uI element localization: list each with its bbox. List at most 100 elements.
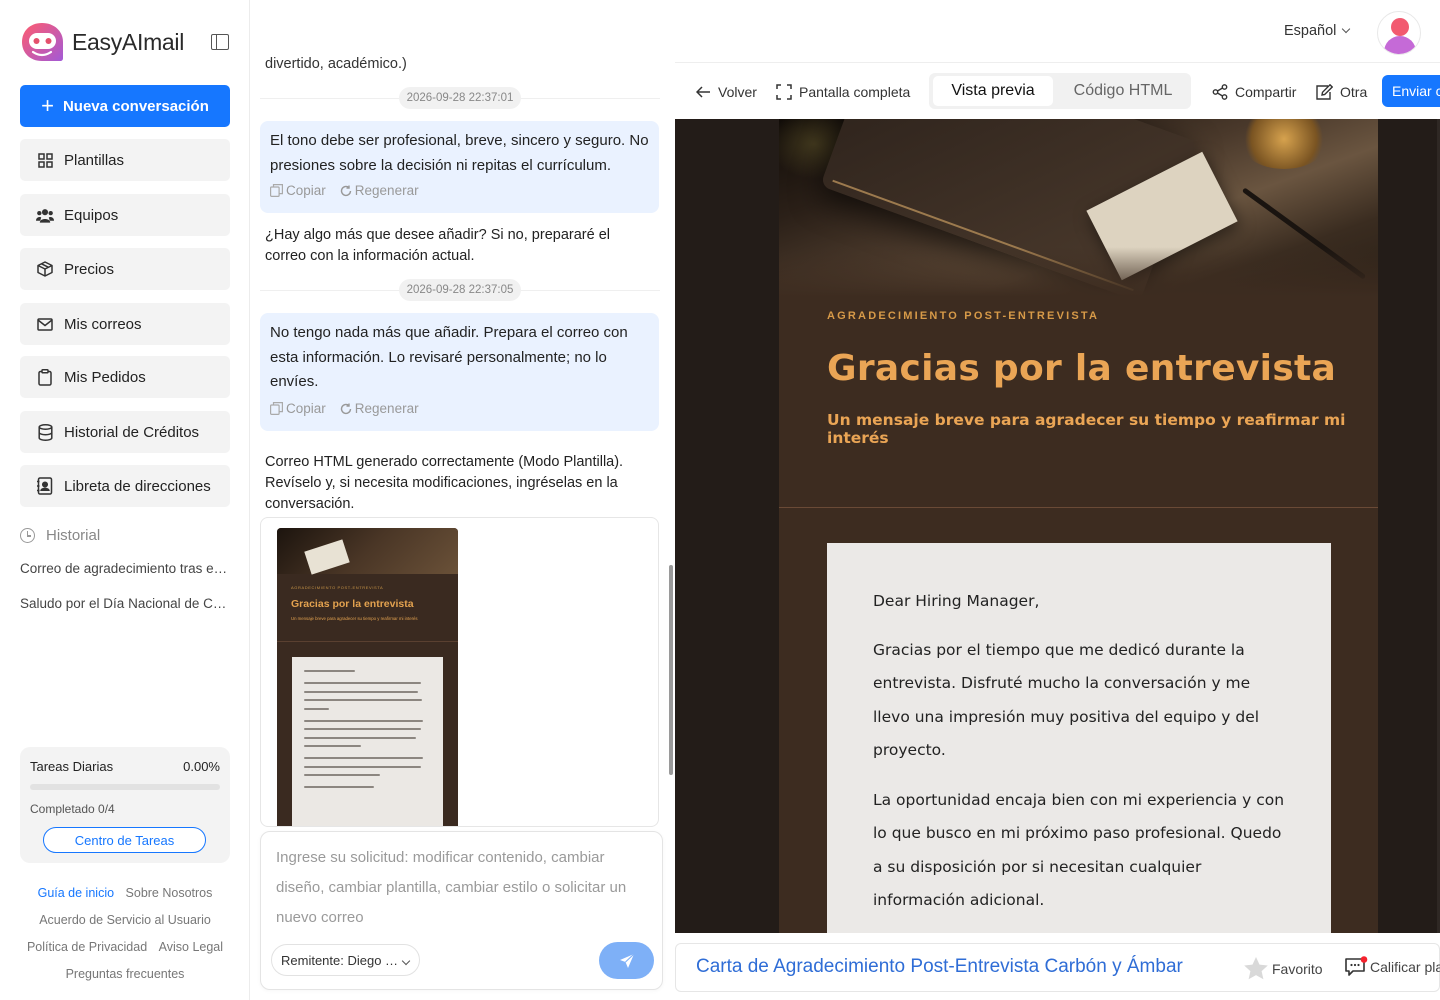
ai-message: Correo HTML generado correctamente (Modo…: [265, 454, 624, 512]
request-input[interactable]: Ingrese su solicitud: modificar contenid…: [276, 843, 648, 933]
privacy-link[interactable]: Política de Privacidad: [27, 940, 147, 954]
terms-link[interactable]: Acuerdo de Servicio al Usuario: [39, 913, 211, 927]
thumbnail-kicker: AGRADECIMIENTO POST-ENTREVISTA: [291, 585, 384, 590]
chat-scrollbar[interactable]: [669, 565, 673, 775]
daily-tasks-completed: Completado 0/4: [30, 802, 115, 816]
history-item[interactable]: Saludo por el Día Nacional de Chile: [20, 596, 230, 611]
email-kicker: AGRADECIMIENTO POST-ENTREVISTA: [827, 310, 1100, 322]
arrow-left-icon: [696, 85, 711, 98]
copy-button[interactable]: Copiar: [270, 397, 326, 422]
sender-select[interactable]: Remitente: Diego …: [271, 944, 420, 976]
daily-tasks-progress: [30, 784, 220, 790]
email-preview-card[interactable]: AGRADECIMIENTO POST-ENTREVISTA Gracias p…: [260, 517, 659, 827]
sidebar-item-label: Historial de Créditos: [64, 423, 200, 441]
sidebar-item-label: Libreta de direcciones: [64, 477, 211, 495]
regenerate-button[interactable]: Regenerar: [340, 179, 419, 204]
template-info-bar: Carta de Agradecimiento Post-Entrevista …: [675, 943, 1440, 992]
copy-icon: [270, 402, 283, 416]
daily-tasks-card: Tareas Diarias 0.00% Completado 0/4 Cent…: [20, 747, 230, 863]
logo[interactable]: EasyAImail: [20, 21, 184, 63]
send-email-button[interactable]: Enviar c: [1382, 75, 1440, 107]
copy-label: Copiar: [286, 400, 326, 416]
grid-icon: [36, 151, 54, 169]
task-center-button[interactable]: Centro de Tareas: [43, 827, 206, 853]
avatar-body: [1384, 36, 1416, 54]
sidebar-item-address-book[interactable]: Libreta de direcciones: [20, 465, 230, 507]
regenerate-label: Regenerar: [354, 182, 419, 198]
sender-value: Remitente: Diego …: [281, 952, 399, 968]
thumbnail-title: Gracias por la entrevista: [291, 598, 414, 610]
sidebar-toggle-icon[interactable]: [211, 34, 229, 50]
email-letter: Dear Hiring Manager, Gracias por el tiem…: [827, 543, 1331, 933]
email-paragraph: Gracias por el tiempo que me dedicó dura…: [873, 641, 1260, 759]
footer-links: Guía de inicio Sobre Nosotros Acuerdo de…: [0, 880, 250, 988]
refresh-icon: [340, 403, 351, 414]
regenerate-button[interactable]: Regenerar: [340, 397, 419, 422]
daily-tasks-percent: 0.00%: [183, 759, 220, 774]
user-message: No tengo nada más que añadir. Prepara el…: [260, 313, 659, 431]
plus-icon: +: [41, 93, 54, 118]
user-message-text: No tengo nada más que añadir. Prepara el…: [270, 324, 628, 390]
sidebar-item-credit-history[interactable]: Historial de Créditos: [20, 411, 230, 453]
copy-icon: [270, 184, 283, 198]
database-icon: [36, 423, 54, 441]
language-value: Español: [1284, 23, 1337, 39]
timestamp: 2026-09-28 22:37:01: [399, 87, 521, 109]
faq-link[interactable]: Preguntas frecuentes: [66, 967, 185, 981]
send-button[interactable]: [599, 942, 654, 979]
sidebar-item-label: Plantillas: [64, 151, 125, 169]
logo-icon: [20, 21, 65, 63]
preview-toolbar: Volver Pantalla completa Vista previa Có…: [675, 62, 1440, 119]
thumbnail-subtitle: Un mensaje breve para agradecer su tiemp…: [291, 616, 418, 621]
fullscreen-icon: [776, 83, 792, 100]
avatar-head: [1391, 18, 1409, 36]
view-toggle: Vista previa Código HTML: [929, 73, 1191, 109]
language-select[interactable]: Español: [1284, 23, 1351, 39]
copy-label: Copiar: [286, 182, 326, 198]
user-message-text: El tono debe ser profesional, breve, sin…: [270, 132, 649, 174]
clock-icon: [20, 528, 35, 543]
thumbnail-letter: [292, 657, 443, 826]
legal-link[interactable]: Aviso Legal: [159, 940, 223, 954]
other-button[interactable]: Otra: [1316, 63, 1367, 120]
template-name: Carta de Agradecimiento Post-Entrevista …: [696, 956, 1183, 977]
tab-preview[interactable]: Vista previa: [933, 76, 1053, 106]
history-item[interactable]: Correo de agradecimiento tras entrevista: [20, 561, 230, 576]
sidebar-item-pricing[interactable]: Precios: [20, 248, 230, 290]
about-link[interactable]: Sobre Nosotros: [126, 886, 213, 900]
guide-link[interactable]: Guía de inicio: [38, 886, 114, 900]
sidebar-item-my-orders[interactable]: Mis Pedidos: [20, 356, 230, 398]
regenerate-label: Regenerar: [354, 400, 419, 416]
star-icon: [1244, 957, 1268, 980]
tab-html-code[interactable]: Código HTML: [1059, 76, 1187, 106]
back-button[interactable]: Volver: [696, 63, 757, 120]
share-icon: [1212, 83, 1228, 100]
fullscreen-button[interactable]: Pantalla completa: [776, 63, 910, 120]
email-subtitle: Un mensaje breve para agradecer su tiemp…: [827, 411, 1346, 447]
brand-name: EasyAImail: [72, 28, 185, 55]
sidebar-item-my-emails[interactable]: Mis correos: [20, 303, 230, 345]
daily-tasks-title: Tareas Diarias: [30, 759, 114, 774]
avatar[interactable]: [1377, 11, 1421, 55]
email-preview-stage: AGRADECIMIENTO POST-ENTREVISTA Gracias p…: [675, 119, 1440, 933]
sidebar-item-label: Mis correos: [64, 315, 142, 333]
favorite-button[interactable]: Favorito: [1243, 956, 1323, 981]
copy-button[interactable]: Copiar: [270, 179, 326, 204]
edit-icon: [1316, 83, 1333, 100]
send-icon: [619, 953, 634, 968]
share-button[interactable]: Compartir: [1212, 63, 1296, 120]
sidebar-item-teams[interactable]: Equipos: [20, 194, 230, 236]
email-thumbnail[interactable]: AGRADECIMIENTO POST-ENTREVISTA Gracias p…: [277, 528, 458, 826]
message-actions: Copiar Regenerar: [270, 397, 419, 422]
message-actions: Copiar Regenerar: [270, 179, 419, 204]
share-label: Compartir: [1235, 83, 1297, 100]
fullscreen-label: Pantalla completa: [799, 83, 911, 100]
new-conversation-button[interactable]: + Nueva conversación: [20, 85, 230, 127]
users-icon: [36, 206, 54, 224]
sidebar-item-label: Mis Pedidos: [64, 368, 146, 386]
back-label: Volver: [718, 83, 757, 100]
sidebar-item-templates[interactable]: Plantillas: [20, 139, 230, 181]
email-paragraph: La oportunidad encaja bien con mi experi…: [873, 791, 1285, 910]
chevron-down-icon: [401, 956, 411, 966]
rate-template-button[interactable]: Calificar pla: [1344, 956, 1440, 978]
